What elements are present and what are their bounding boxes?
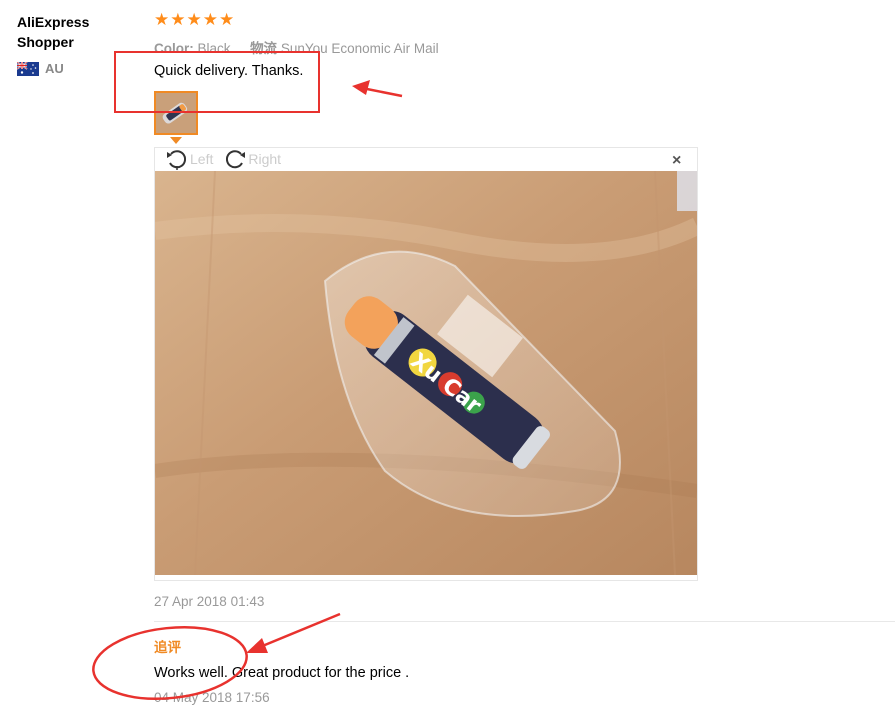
rotate-right-label: Right: [248, 151, 282, 167]
annotation-arrowhead: [246, 638, 268, 653]
close-viewer-button[interactable]: ×: [672, 152, 681, 170]
star-icon: ★: [186, 10, 202, 29]
annotation-arrow: [361, 86, 403, 98]
star-icon: ★: [170, 10, 186, 29]
rotate-right-icon: [226, 150, 246, 169]
review-photo: Xu Car: [153, 170, 701, 576]
flag-au-icon: [17, 61, 39, 76]
rotate-right-button[interactable]: Right: [223, 148, 281, 170]
rotate-left-button[interactable]: Left: [165, 148, 213, 170]
country-code: AU: [45, 61, 64, 76]
annotation-arrowhead: [352, 80, 370, 95]
rotate-left-icon: [167, 150, 187, 170]
close-icon: ×: [672, 152, 682, 169]
star-icon: ★: [154, 10, 170, 29]
review-date: 27 Apr 2018 01:43: [154, 594, 265, 609]
followup-label: 追评: [154, 640, 181, 655]
rating-stars: ★ ★ ★ ★ ★: [154, 10, 234, 30]
divider: [154, 621, 895, 622]
viewer-toolbar: Left Right: [165, 147, 281, 171]
thumbnail-selected-caret: [170, 137, 182, 144]
reviewer-name: AliExpress Shopper: [17, 14, 90, 50]
annotation-highlight-box: [114, 51, 320, 113]
reviewer-country: AU: [17, 61, 64, 76]
rotate-left-label: Left: [190, 151, 214, 167]
star-icon: ★: [202, 10, 218, 29]
followup-text: Works well. Great product for the price …: [154, 665, 410, 681]
annotation-arrow: [259, 612, 341, 649]
star-icon: ★: [219, 10, 235, 29]
followup-date: 04 May 2018 17:56: [154, 690, 270, 705]
